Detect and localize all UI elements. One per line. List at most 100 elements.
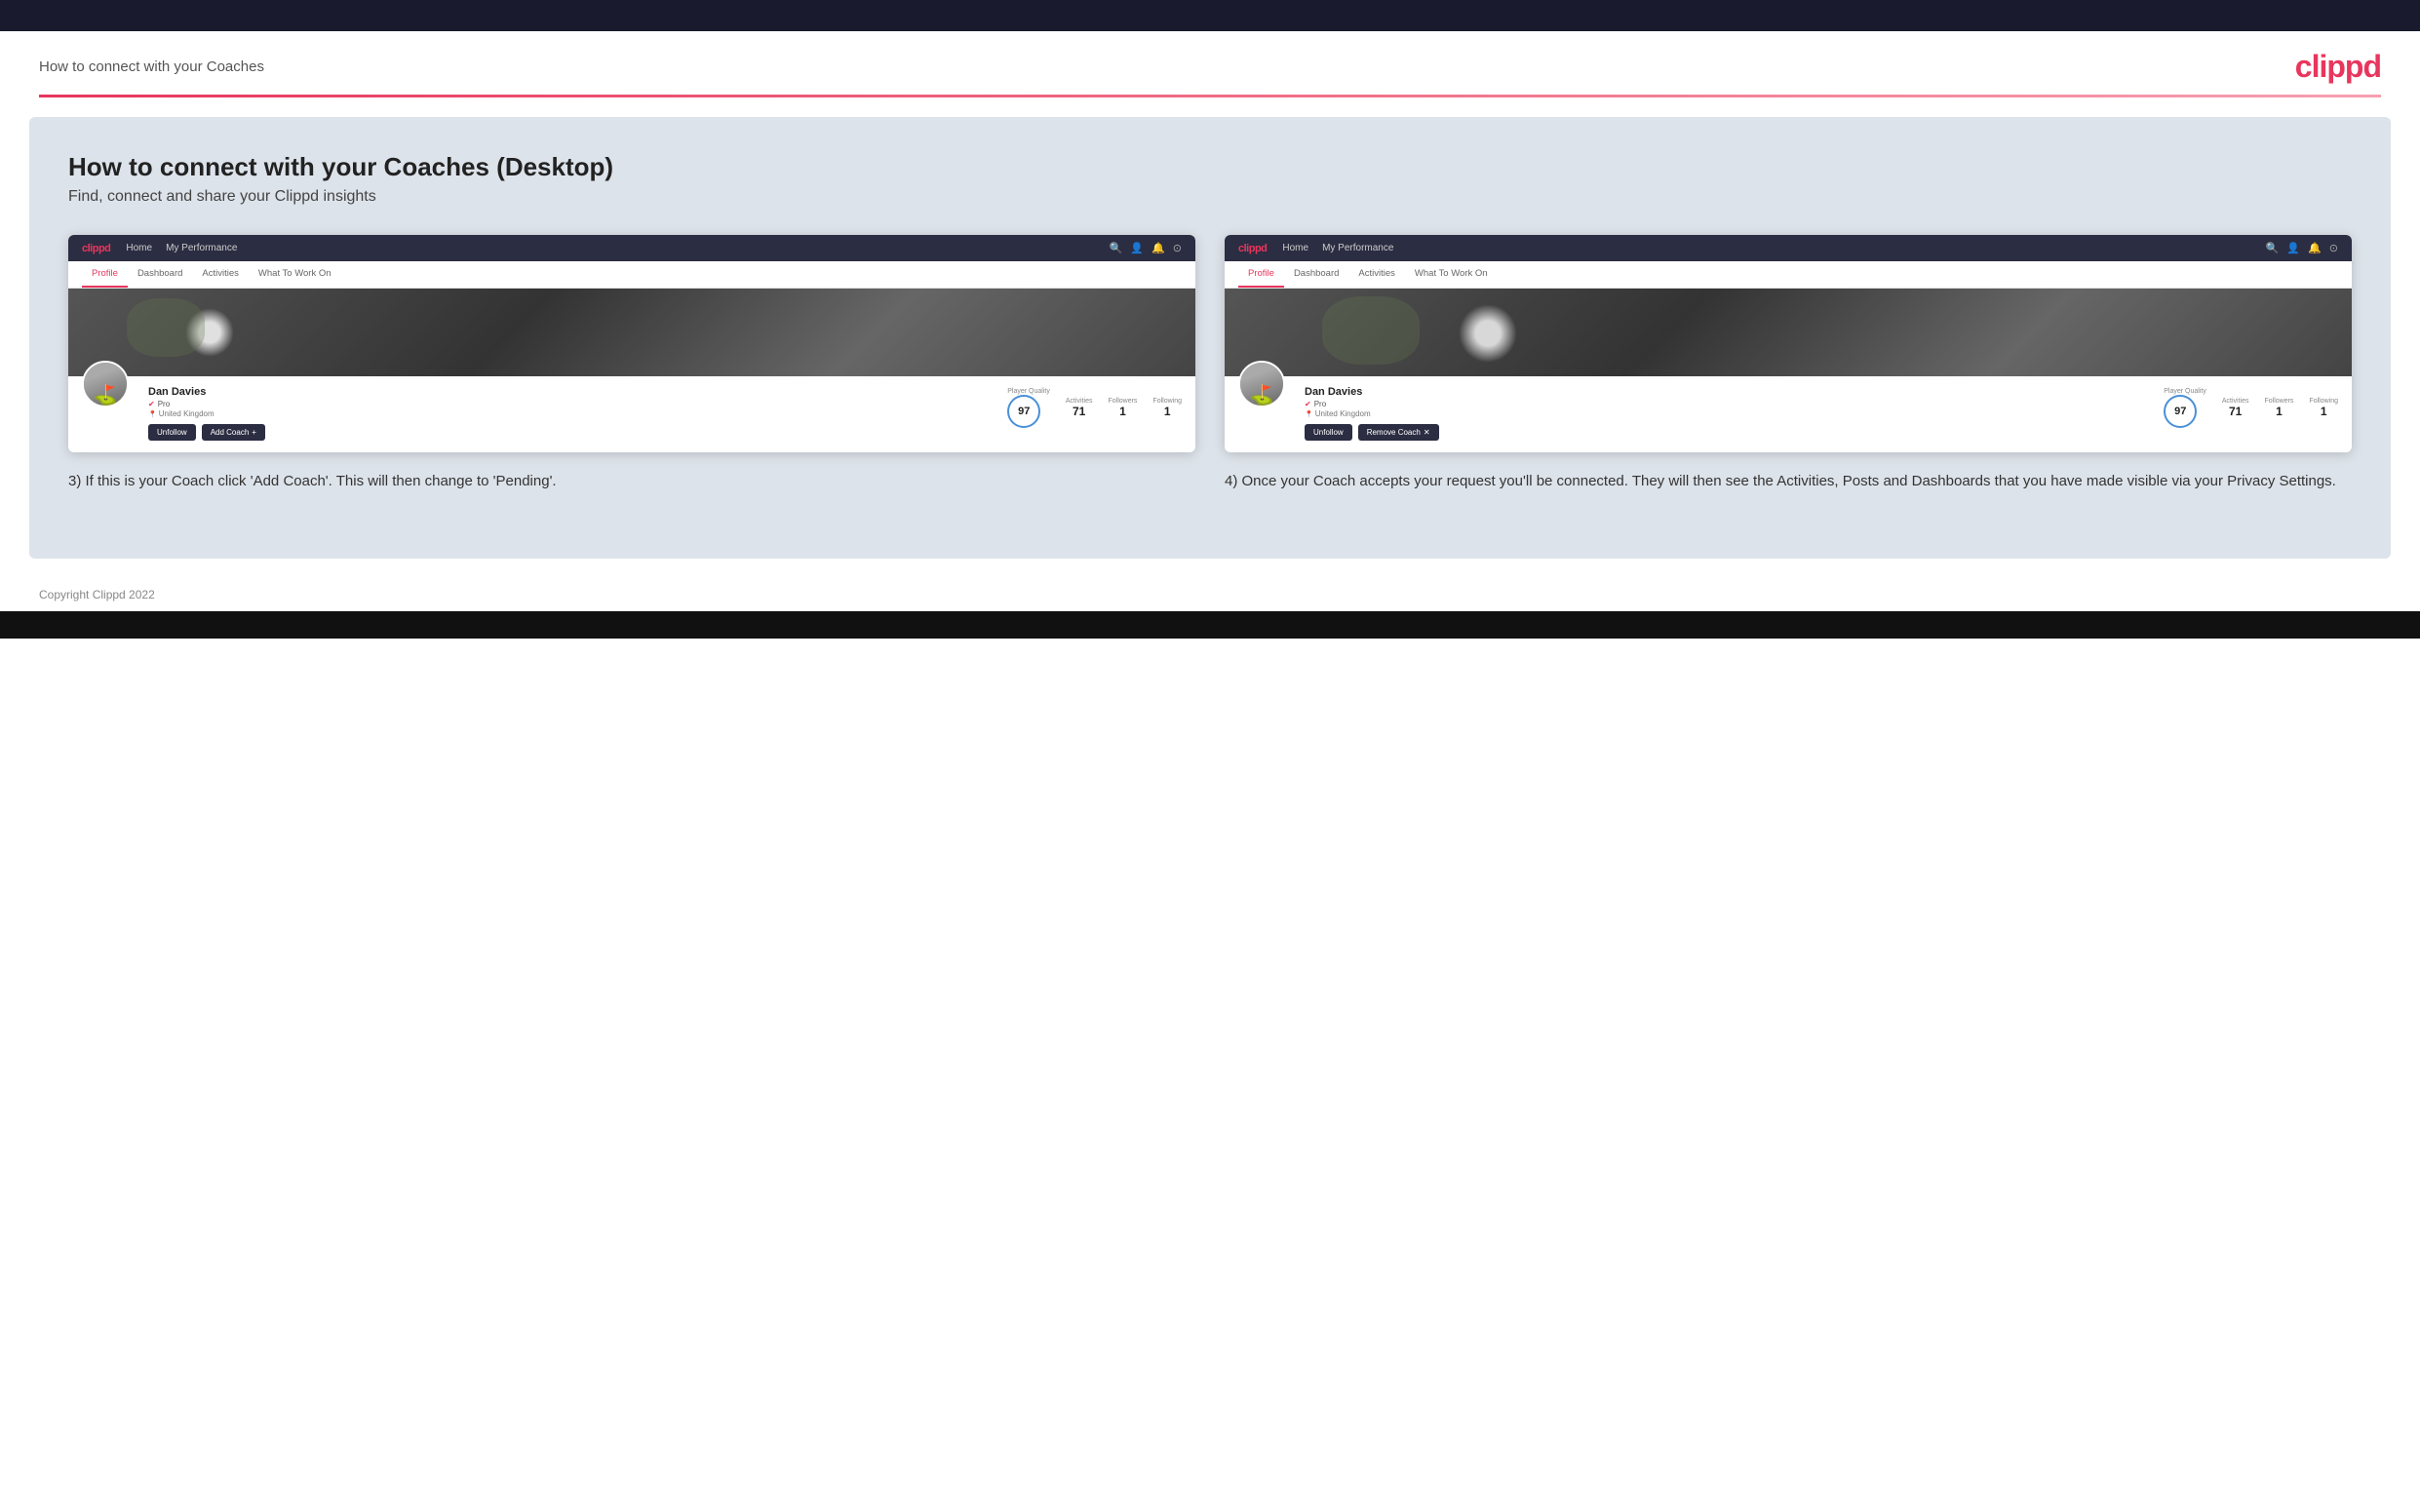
header-title: How to connect with your Coaches bbox=[39, 58, 264, 75]
mini-stat-activities-2: Activities 71 bbox=[2222, 398, 2249, 418]
mini-avatar-inner-1 bbox=[84, 363, 127, 406]
mini-stats-2: Player Quality 97 Activities 71 Follower… bbox=[2164, 388, 2338, 428]
screenshot-2: clippd Home My Performance 🔍 👤 🔔 ⊙ Profi… bbox=[1225, 235, 2352, 452]
mini-profile-section-1: Dan Davies ✔ Pro 📍 United Kingdom Unfoll… bbox=[68, 376, 1195, 452]
plus-icon-1: + bbox=[252, 428, 256, 437]
mini-pro-badge-1: ✔ Pro bbox=[148, 400, 988, 408]
followers-label-2: Followers bbox=[2264, 398, 2293, 405]
search-icon-2[interactable]: 🔍 bbox=[2266, 242, 2280, 254]
main-content: How to connect with your Coaches (Deskto… bbox=[29, 117, 2391, 559]
mini-location-text-2: United Kingdom bbox=[1315, 409, 1371, 418]
header-divider bbox=[39, 95, 2381, 97]
pro-check-icon-2: ✔ bbox=[1305, 400, 1311, 408]
mini-stats-1: Player Quality 97 Activities 71 Follower… bbox=[1007, 388, 1182, 428]
mini-buttons-2: Unfollow Remove Coach ✕ bbox=[1305, 424, 2144, 441]
mini-location-2: 📍 United Kingdom bbox=[1305, 409, 2144, 418]
activities-value-1: 71 bbox=[1066, 405, 1093, 418]
followers-value-1: 1 bbox=[1108, 405, 1137, 418]
remove-coach-button-2[interactable]: Remove Coach ✕ bbox=[1358, 424, 1439, 441]
user-icon-1[interactable]: 👤 bbox=[1130, 242, 1144, 254]
unfollow-button-2[interactable]: Unfollow bbox=[1305, 424, 1352, 441]
mini-stat-quality-1: Player Quality 97 bbox=[1007, 388, 1050, 428]
mini-profile-info-2: Dan Davies ✔ Pro 📍 United Kingdom Unfoll… bbox=[1305, 384, 2144, 441]
header: How to connect with your Coaches clippd bbox=[0, 31, 2420, 95]
close-icon-2: ✕ bbox=[1424, 428, 1430, 437]
activities-label-1: Activities bbox=[1066, 398, 1093, 405]
search-icon-1[interactable]: 🔍 bbox=[1110, 242, 1123, 254]
mini-nav-1: clippd Home My Performance 🔍 👤 🔔 ⊙ bbox=[68, 235, 1195, 261]
screenshot-col-1: clippd Home My Performance 🔍 👤 🔔 ⊙ Profi… bbox=[68, 235, 1195, 492]
activities-value-2: 71 bbox=[2222, 405, 2249, 418]
followers-value-2: 1 bbox=[2264, 405, 2293, 418]
logo: clippd bbox=[2295, 49, 2381, 85]
bell-icon-2[interactable]: 🔔 bbox=[2308, 242, 2322, 254]
activities-label-2: Activities bbox=[2222, 398, 2249, 405]
player-quality-label-1: Player Quality bbox=[1007, 388, 1050, 395]
mini-profile-info-1: Dan Davies ✔ Pro 📍 United Kingdom Unfoll… bbox=[148, 384, 988, 441]
remove-coach-label-2: Remove Coach bbox=[1367, 428, 1421, 437]
mini-stat-followers-2: Followers 1 bbox=[2264, 398, 2293, 418]
mini-nav-links-2: Home My Performance bbox=[1282, 243, 1393, 253]
user-icon-2[interactable]: 👤 bbox=[2286, 242, 2300, 254]
mini-logo-2: clippd bbox=[1238, 243, 1267, 254]
mini-hero-2 bbox=[1225, 289, 2352, 376]
mini-stat-activities-1: Activities 71 bbox=[1066, 398, 1093, 418]
mini-nav-home-1[interactable]: Home bbox=[126, 243, 152, 253]
mini-nav-icons-2: 🔍 👤 🔔 ⊙ bbox=[2266, 242, 2338, 254]
mini-pro-label-2: Pro bbox=[1314, 400, 1326, 408]
avatar-icon-1[interactable]: ⊙ bbox=[1173, 242, 1182, 254]
mini-buttons-1: Unfollow Add Coach + bbox=[148, 424, 988, 441]
add-coach-label-1: Add Coach bbox=[211, 428, 250, 437]
tab-profile-1[interactable]: Profile bbox=[82, 261, 128, 288]
copyright-text: Copyright Clippd 2022 bbox=[39, 588, 155, 601]
tab-profile-2[interactable]: Profile bbox=[1238, 261, 1284, 288]
screenshot-1: clippd Home My Performance 🔍 👤 🔔 ⊙ Profi… bbox=[68, 235, 1195, 452]
mini-logo-1: clippd bbox=[82, 243, 110, 254]
mini-nav-home-2[interactable]: Home bbox=[1282, 243, 1308, 253]
mini-avatar-2 bbox=[1238, 361, 1285, 407]
footer: Copyright Clippd 2022 bbox=[0, 578, 2420, 611]
mini-hero-bg-2 bbox=[1225, 289, 2352, 376]
mini-profile-section-2: Dan Davies ✔ Pro 📍 United Kingdom Unfoll… bbox=[1225, 376, 2352, 452]
tab-whattoworkon-2[interactable]: What To Work On bbox=[1405, 261, 1498, 288]
mini-name-2: Dan Davies bbox=[1305, 386, 2144, 398]
page-heading: How to connect with your Coaches (Deskto… bbox=[68, 152, 2352, 182]
mini-tabs-2: Profile Dashboard Activities What To Wor… bbox=[1225, 261, 2352, 289]
pro-check-icon-1: ✔ bbox=[148, 400, 155, 408]
top-bar bbox=[0, 0, 2420, 31]
tab-whattoworkon-1[interactable]: What To Work On bbox=[249, 261, 341, 288]
description-1: 3) If this is your Coach click 'Add Coac… bbox=[68, 470, 1195, 492]
unfollow-button-1[interactable]: Unfollow bbox=[148, 424, 196, 441]
following-value-2: 1 bbox=[2309, 405, 2338, 418]
mini-stat-following-1: Following 1 bbox=[1152, 398, 1182, 418]
mini-stat-quality-2: Player Quality 97 bbox=[2164, 388, 2206, 428]
avatar-icon-2[interactable]: ⊙ bbox=[2329, 242, 2338, 254]
screenshot-col-2: clippd Home My Performance 🔍 👤 🔔 ⊙ Profi… bbox=[1225, 235, 2352, 492]
mini-hero-bg-1 bbox=[68, 289, 1195, 376]
mini-avatar-1 bbox=[82, 361, 129, 407]
player-quality-circle-1: 97 bbox=[1007, 395, 1040, 428]
tab-activities-1[interactable]: Activities bbox=[192, 261, 248, 288]
page-subheading: Find, connect and share your Clippd insi… bbox=[68, 188, 2352, 206]
followers-label-1: Followers bbox=[1108, 398, 1137, 405]
mini-name-1: Dan Davies bbox=[148, 386, 988, 398]
mini-nav-2: clippd Home My Performance 🔍 👤 🔔 ⊙ bbox=[1225, 235, 2352, 261]
following-label-1: Following bbox=[1152, 398, 1182, 405]
bell-icon-1[interactable]: 🔔 bbox=[1151, 242, 1165, 254]
mini-location-1: 📍 United Kingdom bbox=[148, 409, 988, 418]
mini-nav-icons-1: 🔍 👤 🔔 ⊙ bbox=[1110, 242, 1182, 254]
tab-dashboard-1[interactable]: Dashboard bbox=[128, 261, 192, 288]
tab-dashboard-2[interactable]: Dashboard bbox=[1284, 261, 1348, 288]
following-value-1: 1 bbox=[1152, 405, 1182, 418]
location-pin-icon-2: 📍 bbox=[1305, 410, 1313, 418]
mini-tabs-1: Profile Dashboard Activities What To Wor… bbox=[68, 261, 1195, 289]
tab-activities-2[interactable]: Activities bbox=[1348, 261, 1404, 288]
player-quality-circle-2: 97 bbox=[2164, 395, 2197, 428]
mini-pro-label-1: Pro bbox=[158, 400, 170, 408]
mini-nav-links-1: Home My Performance bbox=[126, 243, 237, 253]
add-coach-button-1[interactable]: Add Coach + bbox=[202, 424, 265, 441]
mini-location-text-1: United Kingdom bbox=[159, 409, 215, 418]
mini-nav-performance-2[interactable]: My Performance bbox=[1322, 243, 1393, 253]
mini-stat-followers-1: Followers 1 bbox=[1108, 398, 1137, 418]
mini-nav-performance-1[interactable]: My Performance bbox=[166, 243, 237, 253]
